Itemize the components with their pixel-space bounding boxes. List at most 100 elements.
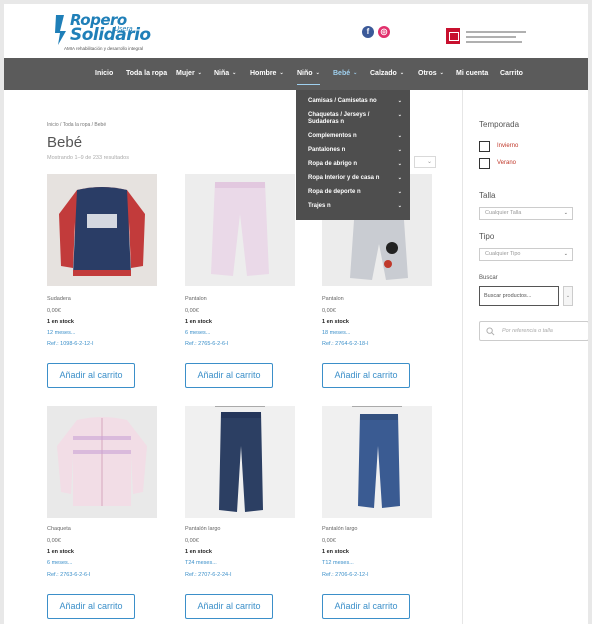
product-name[interactable]: Chaqueta bbox=[47, 526, 71, 532]
search-submit-button[interactable]: ⌄ bbox=[563, 286, 573, 306]
product-size[interactable]: T12 meses... bbox=[322, 560, 354, 566]
product-stock: 1 en stock bbox=[185, 549, 212, 555]
product-name[interactable]: Pantalón largo bbox=[185, 526, 220, 532]
chevron-down-icon: ⌄ bbox=[565, 293, 571, 299]
nino-dropdown-menu: Camisas / Camisetas no ⌄ Chaquetas / Jers… bbox=[296, 90, 410, 220]
chevron-down-icon: ⌄ bbox=[399, 70, 405, 76]
nav-item-nina[interactable]: Niña ⌄ bbox=[214, 58, 236, 90]
product-image[interactable] bbox=[322, 406, 432, 518]
chevron-down-icon: ⌄ bbox=[397, 112, 402, 118]
sort-select[interactable]: ⌄ bbox=[414, 156, 436, 168]
product-price: 0,00€ bbox=[185, 538, 199, 544]
chevron-down-icon: ⌄ bbox=[397, 161, 402, 167]
page-title: Bebé bbox=[47, 134, 83, 151]
product-size[interactable]: 18 meses... bbox=[322, 330, 350, 336]
dropdown-item-ropa-abrigo[interactable]: Ropa de abrigo n ⌄ bbox=[296, 161, 410, 168]
add-to-cart-button[interactable]: Añadir al carrito bbox=[185, 594, 273, 619]
chevron-down-icon: ⌄ bbox=[232, 70, 237, 76]
invierno-checkbox[interactable] bbox=[479, 141, 490, 152]
chevron-down-icon: ⌄ bbox=[397, 175, 402, 181]
nav-item-inicio[interactable]: Inicio bbox=[95, 58, 113, 90]
chevron-down-icon: ⌄ bbox=[397, 133, 402, 139]
add-to-cart-button[interactable]: Añadir al carrito bbox=[322, 363, 410, 388]
nav-item-otros[interactable]: Otros ⌄ bbox=[418, 58, 444, 90]
invierno-label[interactable]: Invierno bbox=[497, 143, 518, 149]
breadcrumb[interactable]: Inicio / Toda la ropa / Bebé bbox=[47, 122, 106, 128]
product-ref[interactable]: Ref.: 2706-6-2-12-I bbox=[322, 572, 368, 578]
dropdown-item-trajes[interactable]: Trajes n ⌄ bbox=[296, 203, 410, 210]
chevron-down-icon: ⌄ bbox=[563, 251, 568, 257]
product-size[interactable]: T24 meses... bbox=[185, 560, 217, 566]
nav-item-nino[interactable]: Niño ⌄ bbox=[297, 63, 320, 85]
search-icon bbox=[486, 327, 495, 336]
chevron-down-icon: ⌄ bbox=[397, 203, 402, 209]
product-image[interactable] bbox=[185, 174, 295, 286]
chevron-down-icon: ⌄ bbox=[353, 70, 358, 76]
talla-select[interactable]: Cualquier Talla ⌄ bbox=[479, 207, 573, 220]
search-input[interactable]: Buscar productos... bbox=[479, 286, 559, 306]
results-count: Mostrando 1–9 de 233 resultados bbox=[47, 155, 129, 161]
dropdown-item-ropa-deporte[interactable]: Ropa de deporte n ⌄ bbox=[296, 189, 410, 196]
product-name[interactable]: Pantalón largo bbox=[322, 526, 357, 532]
product-size[interactable]: 12 meses... bbox=[47, 330, 75, 336]
chevron-down-icon: ⌄ bbox=[439, 70, 444, 76]
product-stock: 1 en stock bbox=[322, 319, 349, 325]
reference-search-input[interactable]: Por referencia o talla bbox=[479, 321, 588, 341]
product-stock: 1 en stock bbox=[47, 319, 74, 325]
product-name[interactable]: Pantalon bbox=[322, 296, 344, 302]
dropdown-item-chaquetas[interactable]: Chaquetas / Jerseys / Sudaderas n ⌄ bbox=[296, 112, 410, 126]
product-stock: 1 en stock bbox=[322, 549, 349, 555]
main-nav: Inicio Toda la ropa Mujer ⌄ Niña ⌄ Hombre ⌄… bbox=[4, 58, 588, 90]
jeans-image bbox=[185, 406, 295, 518]
product-name[interactable]: Sudadera bbox=[47, 296, 71, 302]
cardigan-image bbox=[47, 406, 157, 518]
product-size[interactable]: 6 meses... bbox=[47, 560, 72, 566]
product-image[interactable] bbox=[47, 174, 157, 286]
dropdown-item-ropa-interior[interactable]: Ropa Interior y de casa n ⌄ bbox=[296, 175, 410, 182]
tipo-select[interactable]: Cualquier Tipo ⌄ bbox=[479, 248, 573, 261]
product-stock: 1 en stock bbox=[47, 549, 74, 555]
product-price: 0,00€ bbox=[47, 308, 61, 314]
add-to-cart-button[interactable]: Añadir al carrito bbox=[185, 363, 273, 388]
talla-heading: Talla bbox=[479, 191, 496, 200]
product-image[interactable] bbox=[185, 406, 295, 518]
nav-item-toda-la-ropa[interactable]: Toda la ropa bbox=[126, 58, 167, 90]
add-to-cart-button[interactable]: Añadir al carrito bbox=[322, 594, 410, 619]
add-to-cart-button[interactable]: Añadir al carrito bbox=[47, 363, 135, 388]
facebook-icon[interactable]: f bbox=[362, 26, 374, 38]
product-size[interactable]: 6 meses... bbox=[185, 330, 210, 336]
dropdown-item-camisas[interactable]: Camisas / Camisetas no ⌄ bbox=[296, 98, 410, 105]
product-ref[interactable]: Ref.: 1098-6-2-12-I bbox=[47, 341, 93, 347]
product-price: 0,00€ bbox=[47, 538, 61, 544]
verano-label[interactable]: Verano bbox=[497, 160, 516, 166]
nav-item-carrito[interactable]: Carrito bbox=[500, 58, 523, 90]
site-logo[interactable]: Ropero Usera Solidario AMIA rehabilitaci… bbox=[54, 11, 174, 53]
product-ref[interactable]: Ref.: 2763-6-2-6-I bbox=[47, 572, 90, 578]
product-image[interactable] bbox=[47, 406, 157, 518]
chevron-down-icon: ⌄ bbox=[315, 70, 320, 76]
dropdown-item-pantalones[interactable]: Pantalones n ⌄ bbox=[296, 147, 410, 154]
product-price: 0,00€ bbox=[185, 308, 199, 314]
sweatshirt-image bbox=[47, 174, 157, 286]
product-ref[interactable]: Ref.: 2707-6-2-24-I bbox=[185, 572, 231, 578]
nav-item-calzado[interactable]: Calzado ⌄ bbox=[370, 58, 404, 90]
chevron-down-icon: ⌄ bbox=[397, 98, 402, 104]
nav-item-bebe[interactable]: Bebé ⌄ bbox=[333, 58, 357, 90]
instagram-icon[interactable]: ◎ bbox=[378, 26, 390, 38]
temporada-heading: Temporada bbox=[479, 120, 520, 129]
logo-mark-icon bbox=[55, 15, 66, 45]
add-to-cart-button[interactable]: Añadir al carrito bbox=[47, 594, 135, 619]
nav-item-hombre[interactable]: Hombre ⌄ bbox=[250, 58, 284, 90]
pants-image bbox=[185, 174, 295, 286]
product-ref[interactable]: Ref.: 2764-6-2-18-I bbox=[322, 341, 368, 347]
nav-item-mi-cuenta[interactable]: Mi cuenta bbox=[456, 58, 488, 90]
product-name[interactable]: Pantalon bbox=[185, 296, 207, 302]
nav-item-mujer[interactable]: Mujer ⌄ bbox=[176, 58, 202, 90]
verano-checkbox[interactable] bbox=[479, 158, 490, 169]
logo-tagline: AMIA rehabilitación y desarrollo integra… bbox=[64, 46, 144, 51]
product-ref[interactable]: Ref.: 2765-6-2-6-I bbox=[185, 341, 228, 347]
jeans-image bbox=[322, 406, 432, 518]
chevron-down-icon: ⌄ bbox=[397, 147, 402, 153]
tipo-heading: Tipo bbox=[479, 232, 495, 241]
dropdown-item-complementos[interactable]: Complementos n ⌄ bbox=[296, 133, 410, 140]
